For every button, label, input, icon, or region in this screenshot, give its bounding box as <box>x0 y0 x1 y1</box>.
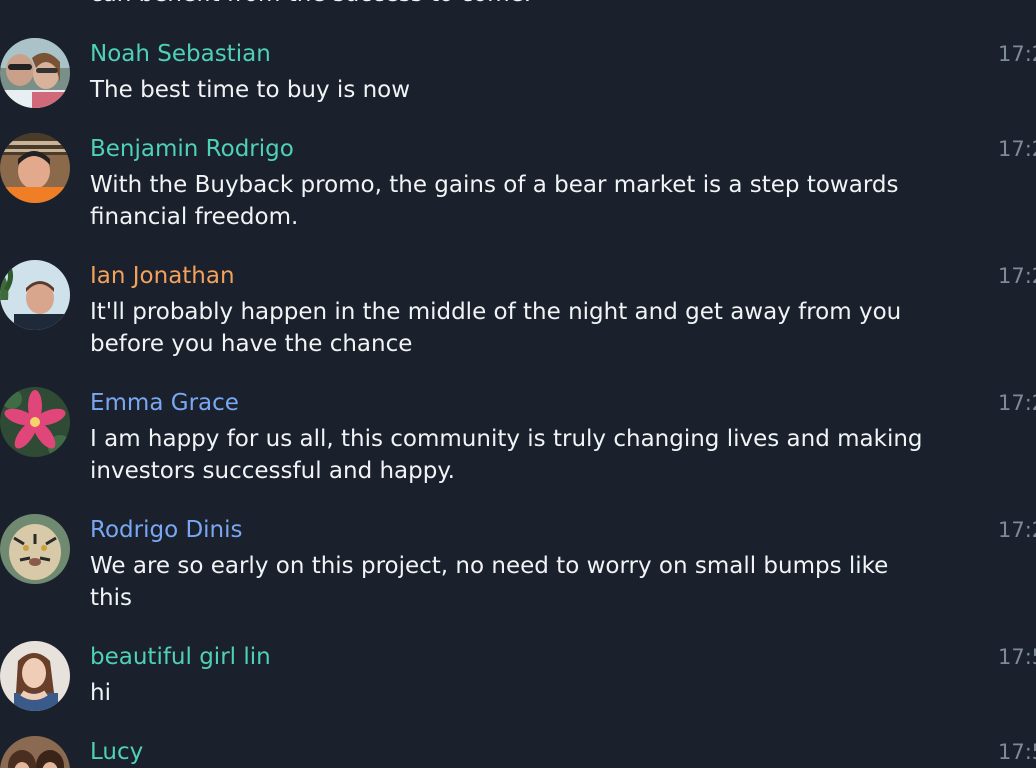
avatar[interactable] <box>0 387 70 457</box>
message-text: With the Buyback promo, the gains of a b… <box>90 172 899 230</box>
sender-name[interactable]: Lucy <box>90 736 143 768</box>
avatar[interactable] <box>0 736 70 768</box>
avatar[interactable] <box>0 38 70 108</box>
avatar[interactable] <box>0 260 70 330</box>
sender-name[interactable]: Emma Grace <box>90 387 239 419</box>
message-timestamp: 17:5 <box>998 740 1036 764</box>
message-timestamp: 17:5 <box>998 645 1036 669</box>
message-text: I am happy for us all, this community is… <box>90 426 923 484</box>
message-text: hi <box>90 680 111 706</box>
message-text: It'll probably happen in the middle of t… <box>90 299 902 357</box>
avatar[interactable] <box>0 641 70 711</box>
avatar[interactable] <box>0 133 70 203</box>
message-text-partial: can benefit from the success to come. <box>90 0 531 10</box>
sender-name[interactable]: Rodrigo Dinis <box>90 514 243 546</box>
message-timestamp: 17:2 <box>998 137 1036 161</box>
message-timestamp: 17:2 <box>998 391 1036 415</box>
sender-name[interactable]: Ian Jonathan <box>90 260 235 292</box>
sender-name[interactable]: Benjamin Rodrigo <box>90 133 294 165</box>
avatar[interactable] <box>0 514 70 584</box>
message-timestamp: 17:2 <box>998 42 1036 66</box>
sender-name[interactable]: Noah Sebastian <box>90 38 271 70</box>
message-timestamp: 17:2 <box>998 264 1036 288</box>
sender-name[interactable]: beautiful girl lin <box>90 641 271 673</box>
message-timestamp: 17:2 <box>998 518 1036 542</box>
message-text: The best time to buy is now <box>90 77 411 103</box>
message-text: We are so early on this project, no need… <box>90 553 889 611</box>
chat-message-list[interactable]: can benefit from the success to come. No… <box>0 0 1036 768</box>
